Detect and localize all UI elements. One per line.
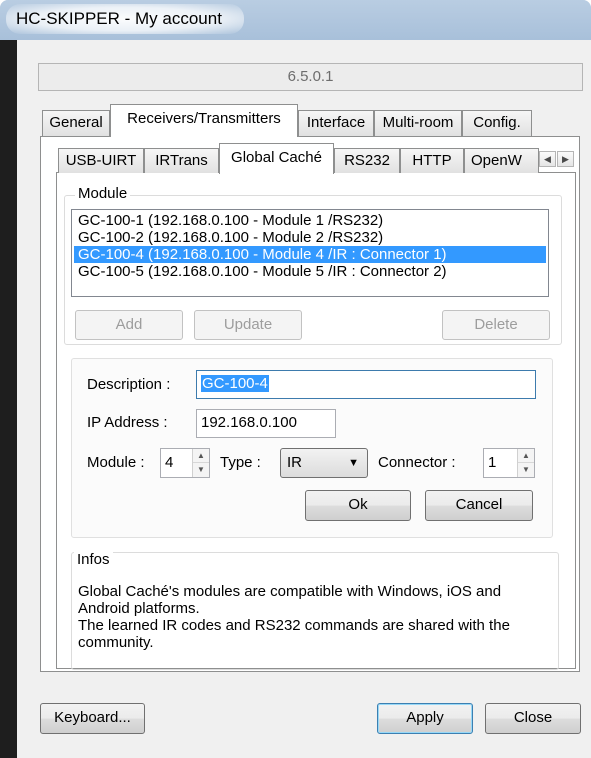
tab-config[interactable]: Config.: [462, 110, 532, 136]
connector-spinner[interactable]: 1 ▲ ▼: [483, 448, 535, 478]
description-label: Description :: [87, 376, 171, 393]
keyboard-button[interactable]: Keyboard...: [40, 703, 145, 734]
list-item[interactable]: GC-100-2 (192.168.0.100 - Module 2 /RS23…: [74, 229, 546, 246]
tab-scroll-right-icon[interactable]: ▶: [557, 151, 574, 167]
window-left-edge: [0, 40, 17, 758]
subtab-rs232[interactable]: RS232: [334, 148, 400, 173]
tab-scroll-left-icon[interactable]: ◀: [539, 151, 556, 167]
module-spinner[interactable]: 4 ▲ ▼: [160, 448, 210, 478]
ip-address-label: IP Address :: [87, 414, 168, 431]
list-item[interactable]: GC-100-1 (192.168.0.100 - Module 1 /RS23…: [74, 212, 546, 229]
infos-line: community.: [78, 634, 154, 651]
delete-button[interactable]: Delete: [442, 310, 550, 340]
module-listbox[interactable]: GC-100-1 (192.168.0.100 - Module 1 /RS23…: [71, 209, 549, 297]
update-button[interactable]: Update: [194, 310, 302, 340]
ip-address-field[interactable]: 192.168.0.100: [196, 409, 336, 438]
connector-value: 1: [488, 454, 497, 471]
chevron-down-icon: ▼: [348, 457, 359, 469]
type-label: Type :: [220, 454, 261, 471]
type-value: IR: [287, 454, 302, 471]
window-title: HC-SKIPPER - My account: [16, 9, 222, 28]
infos-line: Global Caché's modules are compatible wi…: [78, 583, 502, 600]
module-value: 4: [165, 454, 174, 471]
apply-button[interactable]: Apply: [377, 703, 473, 734]
tab-receivers-transmitters[interactable]: Receivers/Transmitters: [110, 104, 298, 137]
close-button[interactable]: Close: [485, 703, 581, 734]
subtab-usb-uirt[interactable]: USB-UIRT: [58, 148, 144, 173]
spinner-arrows-icon[interactable]: ▲ ▼: [517, 449, 534, 477]
infos-line: Android platforms.: [78, 600, 200, 617]
module-label: Module :: [87, 454, 145, 471]
description-value: GC-100-4: [201, 375, 269, 392]
subtab-irtrans[interactable]: IRTrans: [144, 148, 219, 173]
subtab-openw[interactable]: OpenW: [464, 148, 539, 173]
connector-label: Connector :: [378, 454, 456, 471]
tab-interface[interactable]: Interface: [298, 110, 374, 136]
module-group-label: Module: [75, 185, 131, 202]
add-button[interactable]: Add: [75, 310, 183, 340]
infos-text: Global Caché's modules are compatible wi…: [78, 583, 548, 651]
infos-line: The learned IR codes and RS232 commands …: [78, 617, 510, 634]
spinner-arrows-icon[interactable]: ▲ ▼: [192, 449, 209, 477]
subtab-global-cache[interactable]: Global Caché: [219, 143, 334, 174]
type-combobox[interactable]: IR ▼: [280, 448, 368, 478]
description-field[interactable]: GC-100-4: [196, 370, 536, 399]
tab-multi-room[interactable]: Multi-room: [374, 110, 462, 136]
list-item[interactable]: GC-100-5 (192.168.0.100 - Module 5 /IR :…: [74, 263, 546, 280]
ok-button[interactable]: Ok: [305, 490, 411, 521]
subtab-http[interactable]: HTTP: [400, 148, 464, 173]
list-item-selected[interactable]: GC-100-4 (192.168.0.100 - Module 4 /IR :…: [74, 246, 546, 263]
infos-group-label: Infos: [74, 551, 113, 568]
cancel-button[interactable]: Cancel: [425, 490, 533, 521]
version-field: 6.5.0.1: [38, 63, 583, 91]
tab-general[interactable]: General: [42, 110, 110, 136]
